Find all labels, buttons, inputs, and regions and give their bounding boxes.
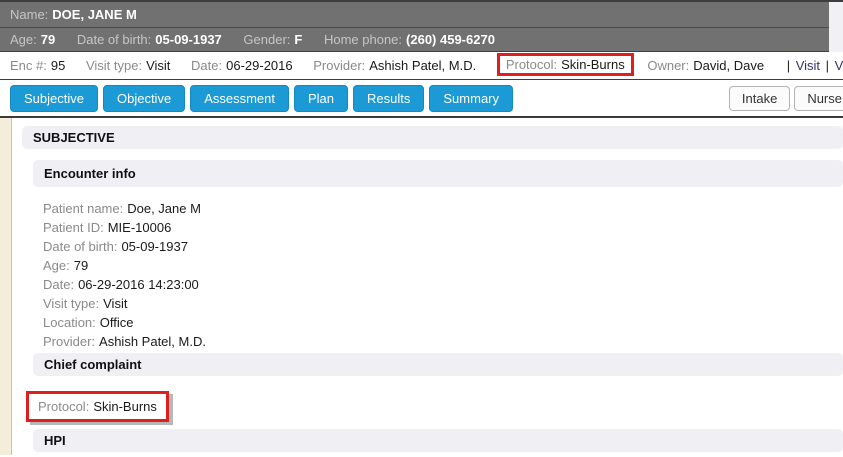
field-label: Visit type: [43, 296, 103, 311]
owner-value: David, Dave [693, 58, 764, 73]
owner-group: Owner:David, Dave [647, 58, 764, 73]
chief-complaint-body: Protocol:Skin-Burns [12, 376, 843, 422]
enc-number-label: Enc #: [10, 58, 51, 73]
field-row: Patient ID:MIE-10006 [43, 218, 843, 237]
dob-label: Date of birth: [77, 32, 155, 47]
nurse-button[interactable]: Nurse [794, 86, 843, 111]
subjective-panel: SUBJECTIVE Encounter info Patient name:D… [12, 118, 843, 455]
right-buttons: IntakeNurse [725, 85, 843, 111]
enc-date-label: Date: [191, 58, 226, 73]
age-group: Age:79 [10, 32, 55, 47]
enc-date-value: 06-29-2016 [226, 58, 293, 73]
dob-value: 05-09-1937 [155, 32, 222, 47]
tab-subjective[interactable]: Subjective [10, 85, 98, 112]
tab-assessment[interactable]: Assessment [190, 85, 289, 112]
gender-label: Gender: [243, 32, 294, 47]
note-tabs: SubjectiveObjectiveAssessmentPlanResults… [10, 85, 518, 112]
protocol-highlight-box: Protocol:Skin-Burns [26, 391, 169, 422]
home-phone-group: Home phone:(260) 459-6270 [324, 32, 495, 47]
subjective-section-header: SUBJECTIVE [22, 126, 843, 149]
pipe-separator: | [824, 58, 831, 73]
field-row: Age:79 [43, 256, 843, 275]
field-value: 79 [74, 258, 88, 273]
encounter-links: | Visit | View Visit | [785, 58, 843, 73]
field-label: Date: [43, 277, 78, 292]
note-content: SUBJECTIVE Encounter info Patient name:D… [0, 118, 843, 455]
view-visit-link[interactable]: View Visit [835, 58, 843, 73]
age-label: Age: [10, 32, 41, 47]
field-label: Patient ID: [43, 220, 108, 235]
field-value: Visit [103, 296, 127, 311]
enc-number-value: 95 [51, 58, 65, 73]
protocol-label: Protocol: [506, 57, 561, 72]
field-label: Age: [43, 258, 74, 273]
pipe-separator: | [785, 58, 792, 73]
gender-group: Gender:F [243, 32, 302, 47]
demographics-bar: Age:79 Date of birth:05-09-1937 Gender:F… [0, 28, 829, 52]
dob-group: Date of birth:05-09-1937 [77, 32, 222, 47]
visit-type-group: Visit type:Visit [86, 58, 170, 73]
field-row: Date:06-29-2016 14:23:00 [43, 275, 843, 294]
protocol-label: Protocol: [38, 399, 93, 414]
enc-date-group: Date:06-29-2016 [191, 58, 293, 73]
owner-label: Owner: [647, 58, 693, 73]
field-value: MIE-10006 [108, 220, 172, 235]
provider-label: Provider: [313, 58, 369, 73]
encounter-info-fields: Patient name:Doe, Jane M Patient ID:MIE-… [43, 199, 843, 351]
field-label: Patient name: [43, 201, 127, 216]
protocol-value: Skin-Burns [561, 57, 625, 72]
field-row: Date of birth:05-09-1937 [43, 237, 843, 256]
field-value: 06-29-2016 14:23:00 [78, 277, 199, 292]
patient-name-bar: Name:DOE, JANE M [0, 2, 829, 28]
gender-value: F [294, 32, 302, 47]
patient-header: Name:DOE, JANE M Age:79 Date of birth:05… [0, 0, 843, 52]
age-value: 79 [41, 32, 55, 47]
field-row: Provider:Ashish Patel, M.D. [43, 332, 843, 351]
tab-plan[interactable]: Plan [294, 85, 348, 112]
name-value: DOE, JANE M [52, 7, 137, 22]
field-value: Doe, Jane M [127, 201, 201, 216]
field-value: 05-09-1937 [121, 239, 188, 254]
visit-type-value: Visit [146, 58, 170, 73]
field-label: Provider: [43, 334, 99, 349]
field-value: Ashish Patel, M.D. [99, 334, 206, 349]
chief-complaint-section-header: Chief complaint [33, 353, 843, 376]
field-row: Patient name:Doe, Jane M [43, 199, 843, 218]
visit-link[interactable]: Visit [796, 58, 820, 73]
field-value: Office [100, 315, 134, 330]
tab-results[interactable]: Results [353, 85, 424, 112]
home-phone-value: (260) 459-6270 [406, 32, 495, 47]
visit-type-label: Visit type: [86, 58, 146, 73]
hpi-section-header: HPI [33, 429, 843, 452]
protocol-highlight-box: Protocol:Skin-Burns [497, 53, 634, 76]
home-phone-label: Home phone: [324, 32, 406, 47]
field-label: Location: [43, 315, 100, 330]
field-row: Visit type:Visit [43, 294, 843, 313]
left-gutter [0, 118, 12, 455]
provider-value: Ashish Patel, M.D. [369, 58, 476, 73]
field-label: Date of birth: [43, 239, 121, 254]
protocol-value: Skin-Burns [93, 399, 157, 414]
provider-group: Provider:Ashish Patel, M.D. [313, 58, 476, 73]
intake-button[interactable]: Intake [729, 86, 790, 111]
encounter-info-section-header: Encounter info [33, 160, 843, 187]
tab-summary[interactable]: Summary [429, 85, 513, 112]
encounter-bar: Enc #:95 Visit type:Visit Date:06-29-201… [0, 52, 843, 80]
tab-row: SubjectiveObjectiveAssessmentPlanResults… [0, 80, 843, 116]
field-row: Location:Office [43, 313, 843, 332]
name-label: Name: [10, 7, 52, 22]
tab-objective[interactable]: Objective [103, 85, 185, 112]
enc-number-group: Enc #:95 [10, 58, 65, 73]
